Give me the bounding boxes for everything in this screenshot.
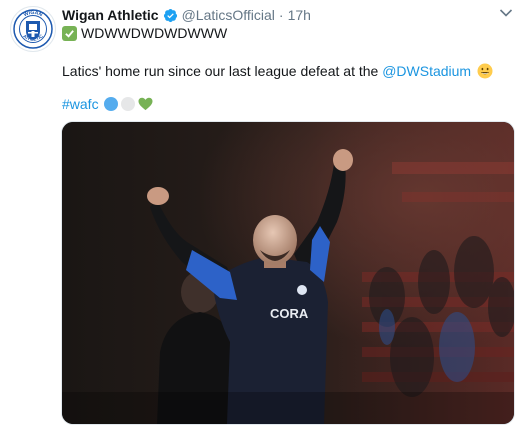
separator-dot: · bbox=[278, 7, 284, 23]
mention-link[interactable]: @DWStadium bbox=[382, 63, 471, 79]
tweet-card[interactable]: WIGAN ATHLETIC Wigan Athletic @LaticsOff… bbox=[0, 0, 523, 435]
timestamp[interactable]: 17h bbox=[288, 7, 311, 23]
tweet-body-text: Latics' home run since our last league d… bbox=[62, 63, 383, 79]
celebrating-manager-photo: CORA bbox=[62, 122, 514, 424]
user-handle[interactable]: @LaticsOfficial bbox=[182, 7, 275, 23]
smiling-face-icon bbox=[477, 63, 493, 79]
green-heart-icon bbox=[138, 97, 153, 111]
tweet-text: Latics' home run since our last league d… bbox=[62, 63, 493, 79]
tweet-header: Wigan Athletic @LaticsOfficial · 17h bbox=[62, 6, 311, 24]
blue-circle-icon bbox=[103, 97, 118, 111]
wigan-crest-icon: WIGAN ATHLETIC bbox=[12, 8, 54, 50]
chevron-down-icon[interactable] bbox=[499, 8, 513, 18]
verified-badge-icon bbox=[163, 8, 177, 22]
tweet-subline: WDWWDWDWDWWW bbox=[62, 25, 227, 41]
green-check-icon bbox=[62, 25, 77, 41]
avatar[interactable]: WIGAN ATHLETIC bbox=[10, 6, 56, 52]
tweet-photo[interactable]: CORA bbox=[61, 121, 515, 425]
form-sequence-text: WDWWDWDWDWWW bbox=[81, 25, 228, 41]
white-circle-icon bbox=[120, 97, 135, 111]
display-name[interactable]: Wigan Athletic bbox=[62, 7, 159, 23]
hashtag-line: #wafc bbox=[62, 96, 153, 112]
hashtag-link[interactable]: #wafc bbox=[62, 96, 99, 112]
shirt-sponsor-text: CORA bbox=[270, 306, 309, 321]
